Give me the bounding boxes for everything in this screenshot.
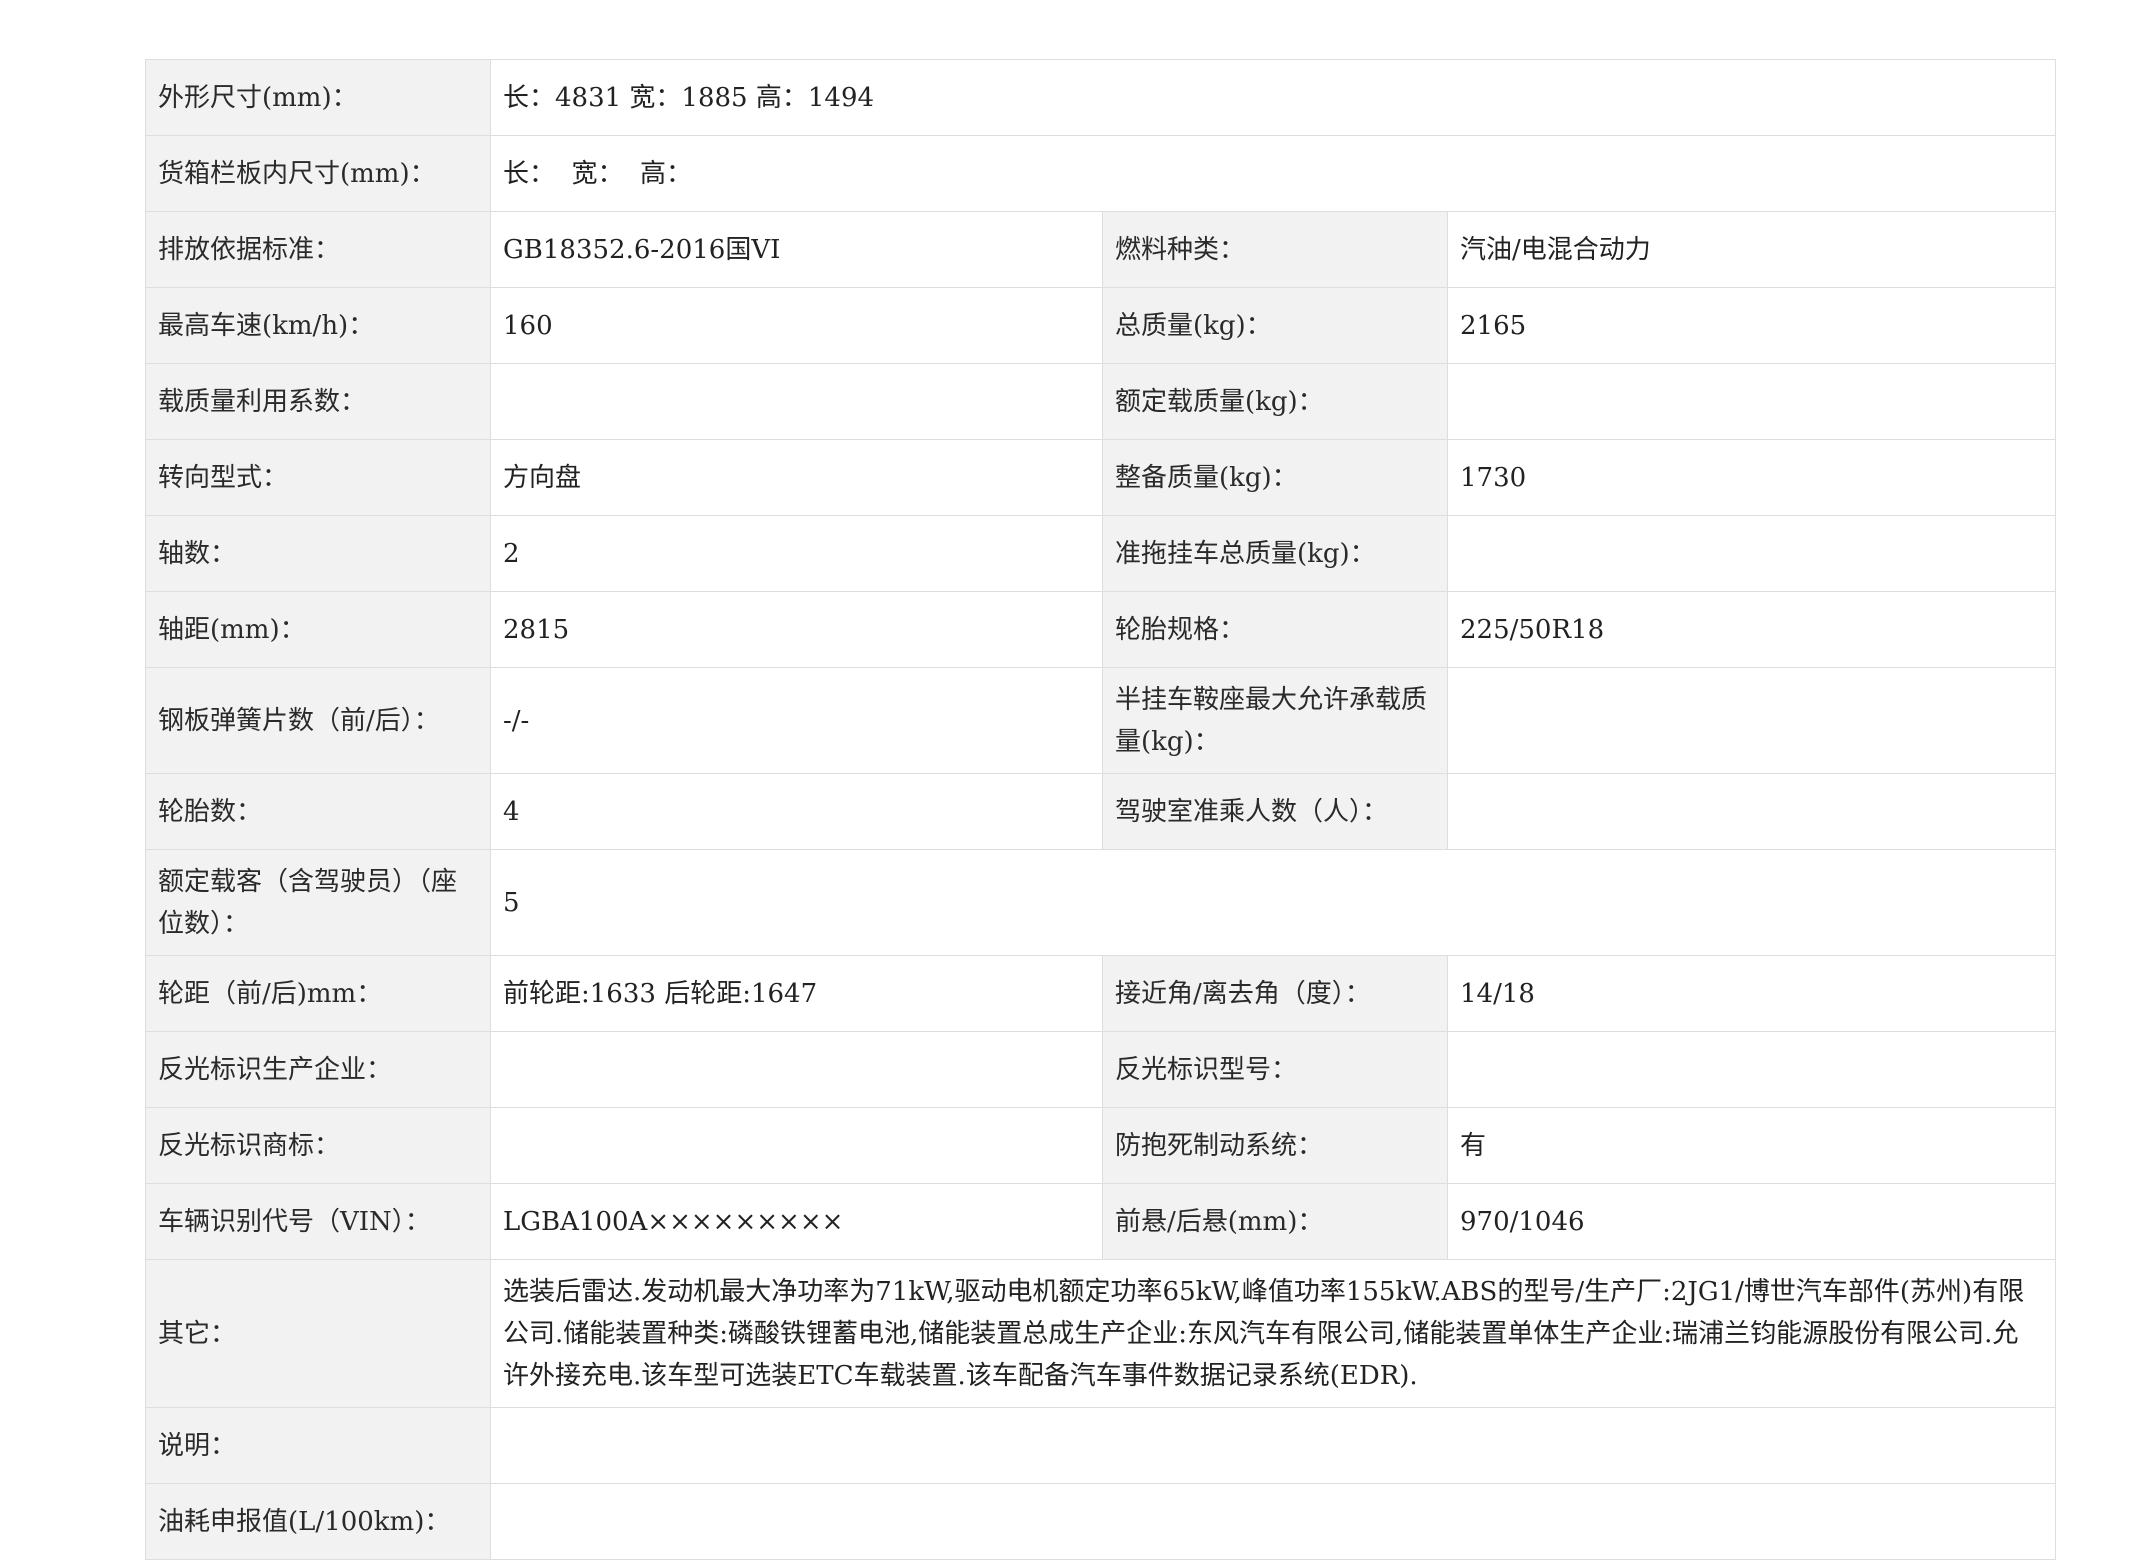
label-axle-count: 轴数： [145, 515, 491, 592]
value-rated-load [1447, 363, 2056, 440]
label-reflective-model: 反光标识型号： [1102, 1031, 1448, 1108]
label-fuel-consumption: 油耗申报值(L/100km)： [145, 1483, 491, 1560]
value-approach-departure-angle: 14/18 [1447, 955, 2056, 1032]
value-dimensions: 长：4831 宽：1885 高：1494 [490, 59, 2056, 136]
label-rated-passengers: 额定载客（含驾驶员）（座位数）： [145, 849, 491, 956]
spec-row-load: 载质量利用系数： 额定载质量(kg)： [145, 363, 2056, 440]
label-gross-mass: 总质量(kg)： [1102, 287, 1448, 364]
value-notes [490, 1407, 2056, 1484]
value-curb-mass: 1730 [1447, 439, 2056, 516]
spec-row-leaf-springs: 钢板弹簧片数（前/后）： -/- 半挂车鞍座最大允许承载质量(kg)： [145, 667, 2056, 774]
label-other: 其它： [145, 1259, 491, 1408]
spec-row-steering: 转向型式： 方向盘 整备质量(kg)： 1730 [145, 439, 2056, 516]
spec-row-reflective-maker: 反光标识生产企业： 反光标识型号： [145, 1031, 2056, 1108]
value-track-width: 前轮距:1633 后轮距:1647 [490, 955, 1103, 1032]
label-overhang: 前悬/后悬(mm)： [1102, 1183, 1448, 1260]
label-reflective-brand: 反光标识商标： [145, 1107, 491, 1184]
value-vin: LGBA100A××××××××× [490, 1183, 1103, 1260]
value-reflective-model [1447, 1031, 2056, 1108]
vehicle-spec-table: 外形尺寸(mm)： 长：4831 宽：1885 高：1494 货箱栏板内尺寸(m… [145, 59, 2056, 1560]
value-wheelbase: 2815 [490, 591, 1103, 668]
label-leaf-springs: 钢板弹簧片数（前/后）： [145, 667, 491, 774]
label-steering-type: 转向型式： [145, 439, 491, 516]
spec-row-vin: 车辆识别代号（VIN）： LGBA100A××××××××× 前悬/后悬(mm)… [145, 1183, 2056, 1260]
value-load-utilization [490, 363, 1103, 440]
value-emission-standard: GB18352.6-2016国VI [490, 211, 1103, 288]
label-load-utilization: 载质量利用系数： [145, 363, 491, 440]
label-dimensions: 外形尺寸(mm)： [145, 59, 491, 136]
label-tire-count: 轮胎数： [145, 773, 491, 850]
label-cab-occupants: 驾驶室准乘人数（人）： [1102, 773, 1448, 850]
spec-row-cargo-box-dimensions: 货箱栏板内尺寸(mm)： 长： 宽： 高： [145, 135, 2056, 212]
label-max-speed: 最高车速(km/h)： [145, 287, 491, 364]
label-cargo-box-dimensions: 货箱栏板内尺寸(mm)： [145, 135, 491, 212]
spec-row-other: 其它： 选装后雷达.发动机最大净功率为71kW,驱动电机额定功率65kW,峰值功… [145, 1259, 2056, 1408]
spec-row-wheelbase: 轴距(mm)： 2815 轮胎规格： 225/50R18 [145, 591, 2056, 668]
label-notes: 说明： [145, 1407, 491, 1484]
label-approach-departure-angle: 接近角/离去角（度）： [1102, 955, 1448, 1032]
label-abs: 防抱死制动系统： [1102, 1107, 1448, 1184]
spec-row-dimensions: 外形尺寸(mm)： 长：4831 宽：1885 高：1494 [145, 59, 2056, 136]
spec-row-speed: 最高车速(km/h)： 160 总质量(kg)： 2165 [145, 287, 2056, 364]
spec-row-reflective-brand: 反光标识商标： 防抱死制动系统： 有 [145, 1107, 2056, 1184]
label-tire-spec: 轮胎规格： [1102, 591, 1448, 668]
label-emission-standard: 排放依据标准： [145, 211, 491, 288]
value-other: 选装后雷达.发动机最大净功率为71kW,驱动电机额定功率65kW,峰值功率155… [490, 1259, 2056, 1408]
spec-row-tires: 轮胎数： 4 驾驶室准乘人数（人）： [145, 773, 2056, 850]
value-trailer-mass [1447, 515, 2056, 592]
label-wheelbase: 轴距(mm)： [145, 591, 491, 668]
spec-row-axles: 轴数： 2 准拖挂车总质量(kg)： [145, 515, 2056, 592]
value-max-speed: 160 [490, 287, 1103, 364]
value-gross-mass: 2165 [1447, 287, 2056, 364]
value-overhang: 970/1046 [1447, 1183, 2056, 1260]
spec-row-seats: 额定载客（含驾驶员）（座位数）： 5 [145, 849, 2056, 956]
value-fuel-type: 汽油/电混合动力 [1447, 211, 2056, 288]
value-reflective-brand [490, 1107, 1103, 1184]
label-trailer-mass: 准拖挂车总质量(kg)： [1102, 515, 1448, 592]
value-leaf-springs: -/- [490, 667, 1103, 774]
label-rated-load: 额定载质量(kg)： [1102, 363, 1448, 440]
spec-row-fuel-consumption: 油耗申报值(L/100km)： [145, 1483, 2056, 1560]
value-reflective-maker [490, 1031, 1103, 1108]
value-steering-type: 方向盘 [490, 439, 1103, 516]
label-reflective-maker: 反光标识生产企业： [145, 1031, 491, 1108]
spec-row-emission: 排放依据标准： GB18352.6-2016国VI 燃料种类： 汽油/电混合动力 [145, 211, 2056, 288]
spec-row-notes: 说明： [145, 1407, 2056, 1484]
value-fuel-consumption [490, 1483, 2056, 1560]
value-cargo-box-dimensions: 长： 宽： 高： [490, 135, 2056, 212]
value-cab-occupants [1447, 773, 2056, 850]
label-saddle-load: 半挂车鞍座最大允许承载质量(kg)： [1102, 667, 1448, 774]
label-track-width: 轮距（前/后)mm： [145, 955, 491, 1032]
value-saddle-load [1447, 667, 2056, 774]
spec-row-track: 轮距（前/后)mm： 前轮距:1633 后轮距:1647 接近角/离去角（度）：… [145, 955, 2056, 1032]
label-fuel-type: 燃料种类： [1102, 211, 1448, 288]
value-tire-spec: 225/50R18 [1447, 591, 2056, 668]
label-curb-mass: 整备质量(kg)： [1102, 439, 1448, 516]
value-axle-count: 2 [490, 515, 1103, 592]
value-abs: 有 [1447, 1107, 2056, 1184]
value-tire-count: 4 [490, 773, 1103, 850]
value-rated-passengers: 5 [490, 849, 2056, 956]
label-vin: 车辆识别代号（VIN）： [145, 1183, 491, 1260]
